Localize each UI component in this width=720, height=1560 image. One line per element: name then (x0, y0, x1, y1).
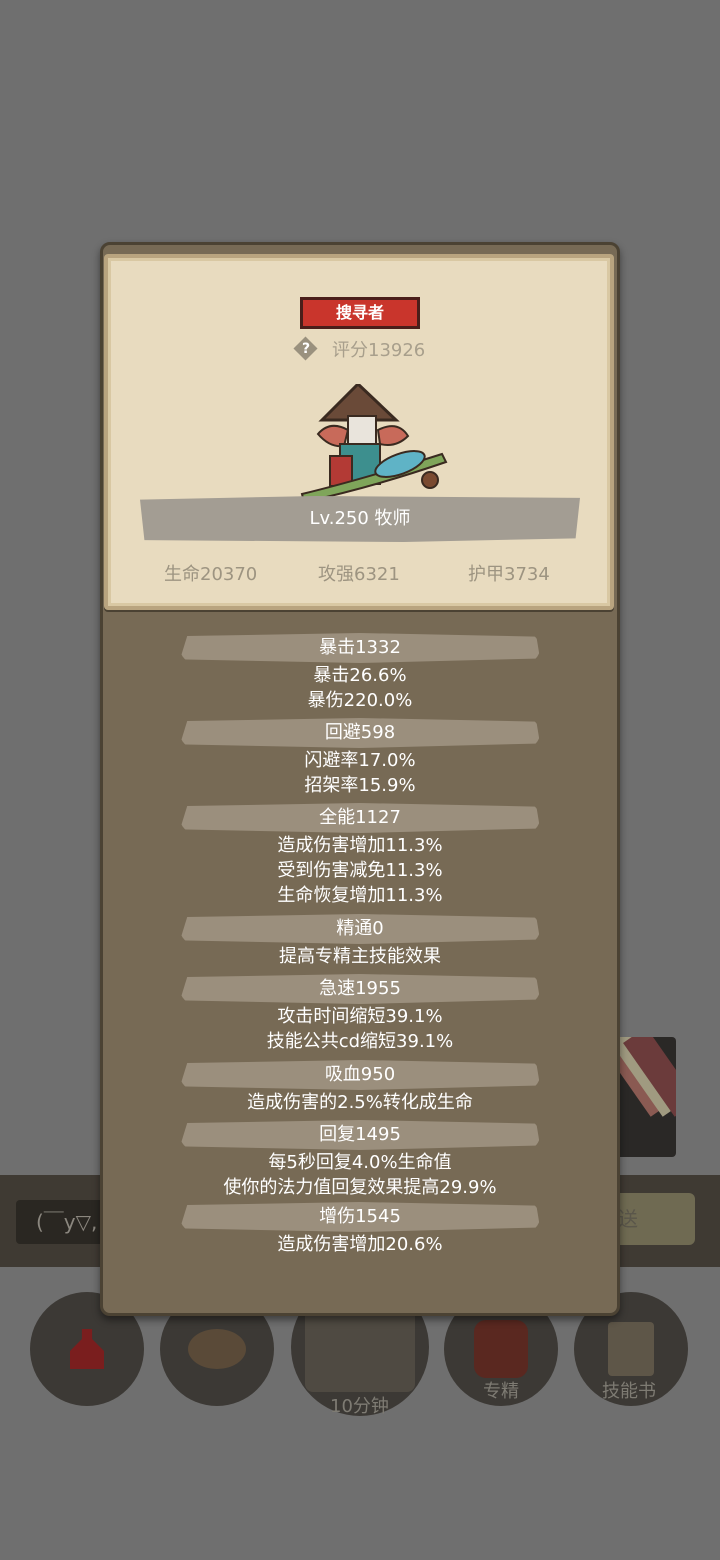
skill-book-label: 技能书 (602, 1381, 656, 1402)
event-board[interactable] (612, 1037, 676, 1157)
class-badge: 搜寻者 (300, 297, 420, 329)
stat-armor: 护甲3734 (468, 564, 550, 585)
attr-title-regen: 回复1495 (319, 1124, 401, 1145)
attr-line: 提高专精主技能效果 (279, 946, 441, 967)
attr-line: 使你的法力值回复效果提高29.9% (223, 1177, 497, 1198)
attr-line: 攻击时间缩短39.1% (277, 1006, 443, 1027)
chest-timer: 10分钟 (330, 1396, 389, 1417)
skill-book-icon (608, 1322, 654, 1376)
score-text: 评分13926 (332, 340, 426, 361)
attr-title-haste: 急速1955 (319, 978, 401, 999)
attr-line: 技能公共cd缩短39.1% (266, 1031, 454, 1052)
attr-line: 暴击26.6% (313, 665, 407, 686)
attr-line: 造成伤害增加11.3% (277, 835, 443, 856)
attr-line: 每5秒回复4.0%生命值 (268, 1152, 452, 1173)
character-avatar (300, 384, 448, 504)
potion-icon (70, 1329, 104, 1369)
stat-attack-power: 攻强6321 (318, 564, 400, 585)
attr-title-mastery: 精通0 (336, 918, 384, 939)
attr-line: 招架率15.9% (304, 775, 416, 796)
spec-label: 专精 (483, 1381, 519, 1402)
attr-line: 暴伤220.0% (307, 690, 413, 711)
attr-title-versatility: 全能1127 (319, 807, 401, 828)
attr-title-damage-boost: 增伤1545 (319, 1206, 401, 1227)
attr-line: 造成伤害的2.5%转化成生命 (247, 1092, 473, 1113)
name-level-text: Lv.250 牧师 (309, 508, 411, 529)
stat-health: 生命20370 (164, 564, 258, 585)
bread-icon (188, 1329, 246, 1369)
spec-icon (474, 1320, 528, 1378)
attr-title-crit: 暴击1332 (319, 637, 401, 658)
attr-line: 受到伤害减免11.3% (277, 860, 443, 881)
question-diamond-icon[interactable]: ? (293, 336, 318, 361)
attr-line: 生命恢复增加11.3% (277, 885, 443, 906)
attr-title-leech: 吸血950 (324, 1064, 396, 1085)
attr-line: 闪避率17.0% (304, 750, 416, 771)
attr-title-dodge: 回避598 (324, 722, 396, 743)
attr-line: 造成伤害增加20.6% (277, 1234, 443, 1255)
